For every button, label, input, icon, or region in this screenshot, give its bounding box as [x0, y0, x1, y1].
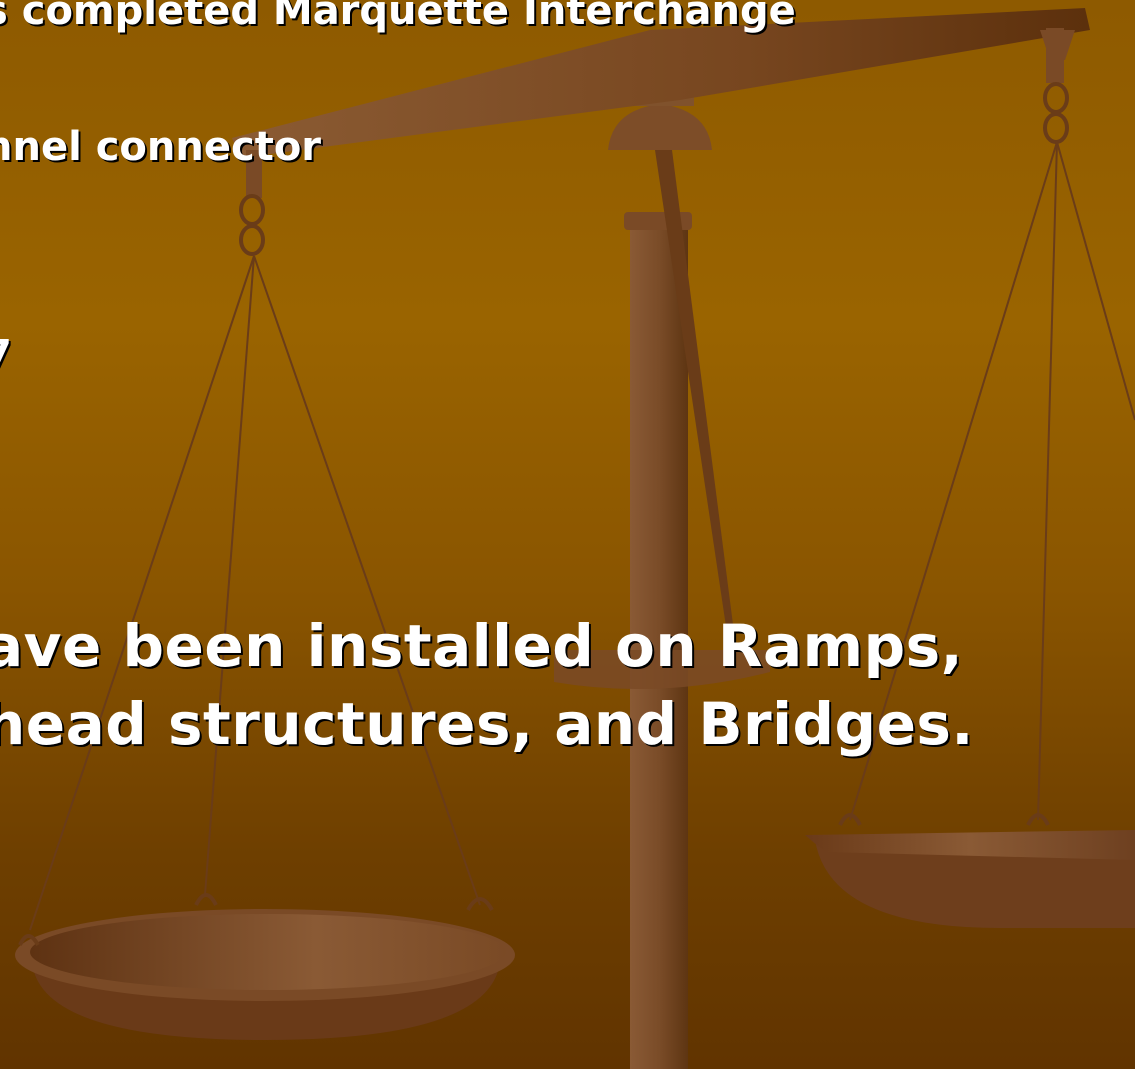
body-text-line-1: s completed Marquette Interchange [0, 0, 796, 34]
left-pan-hanger [29, 150, 481, 931]
right-pan [805, 813, 1135, 928]
emphasis-text-line-2: head structures, and Bridges. [0, 690, 974, 758]
scale-pole [608, 90, 712, 1069]
body-text-line-2: nnel connector [0, 124, 322, 170]
emphasis-text-line-1: ave been installed on Ramps, [0, 612, 964, 680]
body-text-line-3: 7 [0, 332, 12, 378]
left-pan [15, 893, 515, 1040]
